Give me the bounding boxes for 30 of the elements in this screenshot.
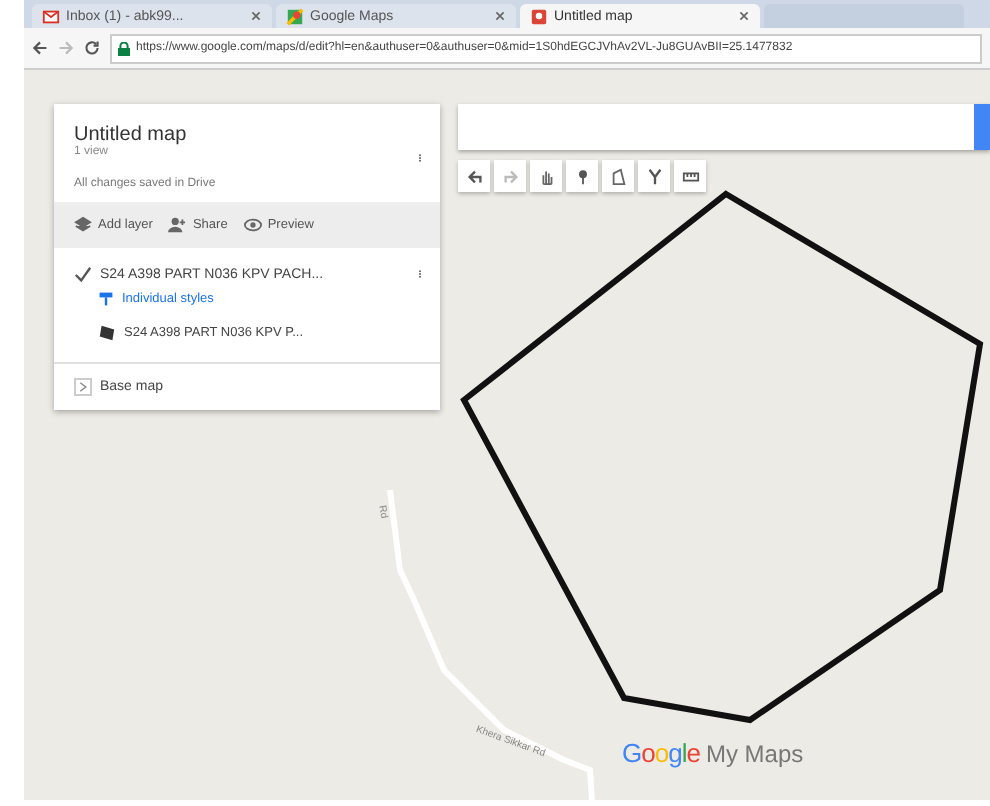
search-field[interactable] [458, 104, 990, 150]
toolbar-button[interactable] [566, 160, 598, 192]
close-icon[interactable] [738, 10, 750, 22]
route-icon [645, 167, 663, 185]
marker-icon [573, 167, 591, 185]
toolbar-button[interactable] [638, 160, 670, 192]
undo-icon [465, 167, 483, 185]
toolbar-button[interactable] [458, 160, 490, 192]
redo-icon [501, 167, 519, 185]
add-person-icon [168, 216, 187, 234]
mail-icon [42, 7, 60, 25]
map-title[interactable]: Untitled map [74, 124, 216, 146]
polygon-icon [98, 324, 116, 342]
expand-icon[interactable] [74, 378, 92, 396]
lock-icon [118, 41, 130, 55]
layers-icon [74, 216, 92, 234]
hand-icon [537, 167, 555, 185]
polygon-shape[interactable] [460, 190, 984, 724]
close-icon[interactable] [250, 10, 262, 22]
polygon-icon [609, 167, 627, 185]
reload-icon[interactable] [84, 40, 100, 56]
toolbar-button[interactable] [674, 160, 706, 192]
eye-icon [243, 216, 262, 234]
checkbox[interactable] [74, 265, 92, 283]
back-icon[interactable] [32, 40, 48, 56]
google-my-maps-logo: Google My Maps [622, 738, 804, 768]
close-icon[interactable] [494, 10, 506, 22]
ruler-icon [681, 167, 699, 185]
toolbar-button[interactable] [602, 160, 634, 192]
toolbar-button[interactable] [530, 160, 562, 192]
